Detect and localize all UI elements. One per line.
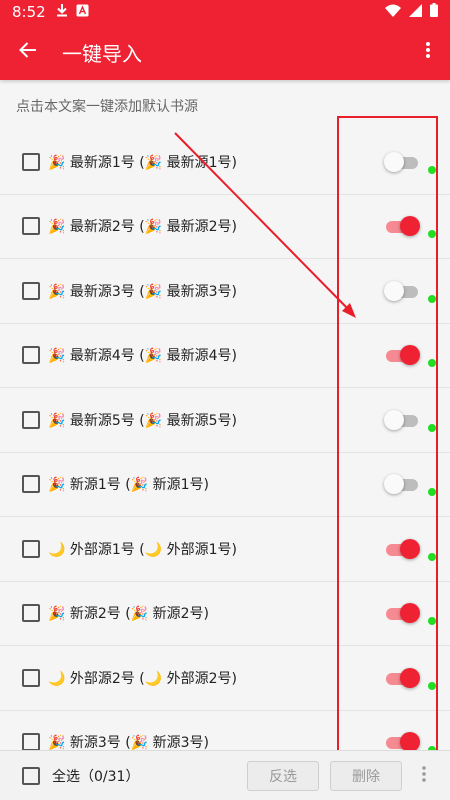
status-dot xyxy=(428,423,436,432)
arrow-left-icon xyxy=(19,41,37,63)
item-checkbox[interactable] xyxy=(22,733,40,750)
more-vert-icon xyxy=(426,42,430,62)
enable-switch[interactable] xyxy=(384,473,420,495)
item-checkbox[interactable] xyxy=(22,475,40,494)
status-dot xyxy=(428,294,436,303)
item-label: 🎉 最新源3号 (🎉 最新源3号) xyxy=(48,283,237,300)
list-item[interactable]: 🎉 新源2号 (🎉 新源2号) xyxy=(0,582,450,646)
list-item[interactable]: 🎉 最新源2号 (🎉 最新源2号) xyxy=(0,195,450,259)
enable-switch[interactable] xyxy=(384,731,420,750)
list-item[interactable]: 🎉 最新源5号 (🎉 最新源5号) xyxy=(0,388,450,453)
item-label: 🌙 外部源2号 (🌙 外部源2号) xyxy=(48,670,237,687)
item-label: 🎉 新源3号 (🎉 新源3号) xyxy=(48,735,209,750)
bottom-more-button[interactable] xyxy=(416,761,432,791)
list-item[interactable]: 🎉 最新源1号 (🎉 最新源1号) xyxy=(0,130,450,195)
item-checkbox[interactable] xyxy=(22,346,40,365)
battery-icon xyxy=(430,3,438,21)
a-notification-icon xyxy=(76,4,89,21)
list-item[interactable]: 🎉 新源1号 (🎉 新源1号) xyxy=(0,453,450,517)
source-list: 🎉 最新源1号 (🎉 最新源1号) 🎉 最新源2号 (🎉 最新源2号) 🎉 最新… xyxy=(0,130,450,750)
item-checkbox[interactable] xyxy=(22,604,40,623)
list-item[interactable]: 🌙 外部源1号 (🌙 外部源1号) xyxy=(0,517,450,582)
status-time: 8:52 xyxy=(12,3,46,21)
enable-switch[interactable] xyxy=(384,409,420,431)
enable-switch[interactable] xyxy=(384,667,420,689)
add-default-sources-hint[interactable]: 点击本文案一键添加默认书源 xyxy=(0,80,450,130)
item-checkbox[interactable] xyxy=(22,152,40,171)
list-item[interactable]: 🎉 最新源4号 (🎉 最新源4号) xyxy=(0,324,450,388)
item-checkbox[interactable] xyxy=(22,410,40,429)
item-checkbox[interactable] xyxy=(22,539,40,558)
wifi-icon xyxy=(385,3,401,21)
status-dot xyxy=(428,617,436,626)
status-dot xyxy=(428,552,436,561)
item-checkbox[interactable] xyxy=(22,217,40,236)
list-item[interactable]: 🌙 外部源2号 (🌙 外部源2号) xyxy=(0,646,450,711)
status-dot xyxy=(428,488,436,497)
list-item[interactable]: 🎉 最新源3号 (🎉 最新源3号) xyxy=(0,259,450,324)
status-dot xyxy=(428,230,436,239)
enable-switch[interactable] xyxy=(384,602,420,624)
item-label: 🎉 最新源1号 (🎉 最新源1号) xyxy=(48,154,237,171)
item-label: 🎉 最新源4号 (🎉 最新源4号) xyxy=(48,348,237,365)
select-all-checkbox[interactable] xyxy=(22,766,40,785)
page-title: 一键导入 xyxy=(62,41,142,66)
status-dot xyxy=(428,681,436,690)
item-label: 🎉 新源2号 (🎉 新源2号) xyxy=(48,606,209,623)
item-checkbox[interactable] xyxy=(22,668,40,687)
item-label: 🎉 最新源2号 (🎉 最新源2号) xyxy=(48,219,237,236)
delete-button[interactable]: 删除 xyxy=(330,761,402,791)
item-label: 🎉 最新源5号 (🎉 最新源5号) xyxy=(48,412,237,429)
select-all-label[interactable]: 全选（0/31） xyxy=(52,766,139,786)
item-label: 🎉 新源1号 (🎉 新源1号) xyxy=(48,477,209,494)
status-dot xyxy=(428,165,436,174)
invert-selection-button[interactable]: 反选 xyxy=(247,761,319,791)
back-button[interactable] xyxy=(0,24,56,80)
enable-switch[interactable] xyxy=(384,215,420,237)
more-options-button[interactable] xyxy=(406,24,450,80)
item-checkbox[interactable] xyxy=(22,281,40,300)
download-icon xyxy=(56,3,68,21)
enable-switch[interactable] xyxy=(384,280,420,302)
signal-icon xyxy=(409,3,422,21)
enable-switch[interactable] xyxy=(384,151,420,173)
app-bar: 一键导入 xyxy=(0,24,450,80)
item-label: 🌙 外部源1号 (🌙 外部源1号) xyxy=(48,541,237,558)
enable-switch[interactable] xyxy=(384,538,420,560)
status-dot xyxy=(428,359,436,368)
list-item[interactable]: 🎉 新源3号 (🎉 新源3号) xyxy=(0,711,450,750)
status-bar: 8:52 xyxy=(0,0,450,24)
bottom-bar: 全选（0/31） 反选 删除 xyxy=(0,750,450,800)
more-vert-icon xyxy=(422,766,426,786)
enable-switch[interactable] xyxy=(384,344,420,366)
